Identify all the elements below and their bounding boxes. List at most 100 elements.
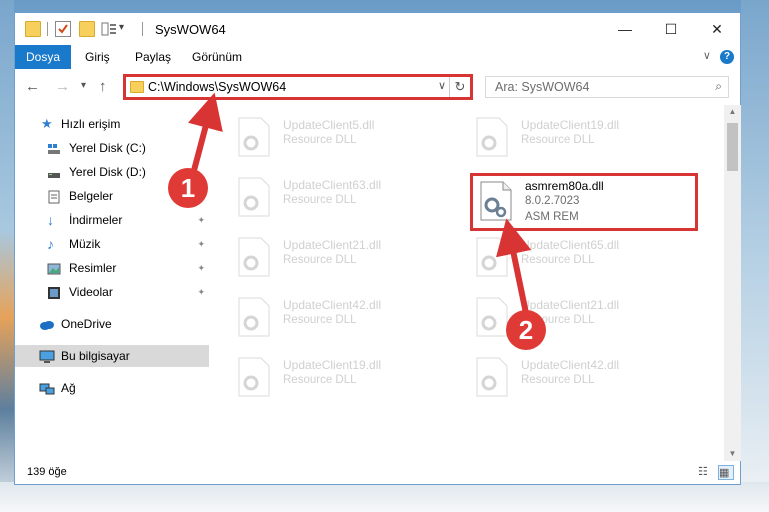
scrollbar-thumb[interactable] [727,123,738,171]
step-1-badge: 1 [168,168,208,208]
navigation-bar: ← → ▾ ↑ C:\Windows\SysWOW64 ∨ ↻ Ara: Sys… [15,69,740,106]
pin-icon[interactable]: ✦ [197,257,205,279]
quick-access-dropdown[interactable]: ▾ [119,22,124,33]
address-path[interactable]: C:\Windows\SysWOW64 [148,80,286,94]
file-type: Resource DLL [521,374,595,386]
list-item[interactable]: UpdateClient65.dll Resource DLL [475,233,695,283]
maximize-button[interactable]: ☐ [648,13,694,45]
customize-toolbar-icon[interactable] [101,21,117,37]
address-bar[interactable]: C:\Windows\SysWOW64 ∨ ↻ [123,74,473,100]
file-type: Resource DLL [283,134,357,146]
list-item[interactable]: UpdateClient19.dll Resource DLL [237,353,457,403]
sidebar-item-label: Yerel Disk (C:) [69,141,146,155]
search-icon[interactable]: ⌕ [715,79,722,94]
file-type: Resource DLL [283,194,357,206]
sidebar-item-label: Videolar [69,285,113,299]
sidebar-item-downloads[interactable]: ↓ İndirmeler ✦ [15,209,209,231]
file-name: UpdateClient21.dll [521,298,620,312]
desktop-background-bottom [0,482,769,512]
cloud-icon [39,317,54,331]
new-folder-icon[interactable] [79,21,95,37]
file-version: 8.0.2.7023 [525,195,580,207]
desktop-background-left [0,0,14,512]
list-item[interactable]: UpdateClient42.dll Resource DLL [237,293,457,343]
file-type: Resource DLL [283,314,357,326]
title-bar: ▾ SysWOW64 — ☐ ✕ [15,13,740,45]
help-icon[interactable]: ? [720,50,734,64]
properties-icon[interactable] [55,21,71,37]
forward-button[interactable]: → [55,78,70,95]
search-input[interactable]: Ara: SysWOW64 [495,80,589,94]
file-name: UpdateClient5.dll [283,118,375,132]
file-description: ASM REM [525,211,579,223]
back-button[interactable]: ← [25,78,40,95]
sidebar-item-this-pc[interactable]: Bu bilgisayar [15,345,209,367]
sidebar-item-videos[interactable]: Videolar ✦ [15,281,209,303]
sidebar-item-drive-c[interactable]: Yerel Disk (C:) [15,137,209,159]
pin-icon[interactable]: ✦ [197,209,205,231]
sidebar-item-label: Müzik [69,237,101,251]
list-item[interactable]: UpdateClient19.dll Resource DLL [475,113,695,163]
tab-home[interactable]: Giriş [85,45,110,69]
dll-file-icon [238,177,270,217]
vertical-scrollbar[interactable]: ▲ ▼ [724,105,741,461]
dll-file-icon [476,237,508,277]
ribbon-tabs: Dosya Giriş Paylaş Görünüm ∨ ? [15,45,740,69]
file-list: UpdateClient5.dll Resource DLL UpdateCli… [211,105,724,461]
list-item[interactable]: UpdateClient21.dll Resource DLL [237,233,457,283]
refresh-button[interactable]: ↻ [449,77,470,97]
drive-icon [47,141,61,155]
separator [142,22,143,36]
sidebar-item-label: Resimler [69,261,117,275]
address-dropdown-icon[interactable]: ∨ [438,79,446,92]
list-item[interactable]: UpdateClient42.dll Resource DLL [475,353,695,403]
sidebar-item-music[interactable]: ♪ Müzik ✦ [15,233,209,255]
download-icon: ↓ [47,212,54,228]
file-type: Resource DLL [283,374,357,386]
navigation-pane: ★ Hızlı erişim Yerel Disk (C:) Yerel Dis… [15,105,212,461]
sidebar-item-quick-access[interactable]: ★ Hızlı erişim [15,113,209,135]
search-box[interactable]: Ara: SysWOW64 ⌕ [485,76,729,98]
file-name: UpdateClient65.dll [521,238,620,252]
ribbon-controls: ∨ ? [703,49,734,64]
file-type: Resource DLL [283,254,357,266]
up-button[interactable]: ↑ [99,78,107,95]
separator [47,22,48,36]
window-title: SysWOW64 [155,22,226,37]
dll-file-icon [476,297,508,337]
details-view-icon[interactable]: ☷ [698,465,712,478]
recent-locations-button[interactable]: ▾ [81,80,86,91]
scroll-up-icon[interactable]: ▲ [724,105,741,119]
minimize-button[interactable]: — [602,13,648,45]
sidebar-item-pictures[interactable]: Resimler ✦ [15,257,209,279]
tab-file[interactable]: Dosya [15,45,71,69]
sidebar-item-onedrive[interactable]: OneDrive [15,313,209,335]
status-bar: 139 öğe ☷ ▦ [15,461,740,484]
close-button[interactable]: ✕ [694,13,740,45]
computer-icon [39,349,55,363]
sidebar-item-label: Ağ [61,381,76,395]
large-icons-view-icon[interactable]: ▦ [718,465,734,480]
file-name: asmrem80a.dll [525,179,604,193]
tab-share[interactable]: Paylaş [135,45,171,69]
list-item-target-dll[interactable]: asmrem80a.dll 8.0.2.7023 ASM REM [479,177,699,227]
list-item[interactable]: UpdateClient63.dll Resource DLL [237,173,457,223]
step-2-badge: 2 [506,310,546,350]
tab-view[interactable]: Görünüm [192,45,242,69]
star-icon: ★ [41,116,53,131]
item-count: 139 öğe [27,466,67,478]
dll-file-icon [476,357,508,397]
folder-icon [130,81,144,93]
pin-icon[interactable]: ✦ [197,233,205,255]
video-icon [47,285,61,299]
scroll-down-icon[interactable]: ▼ [724,447,741,461]
drive-icon [47,165,61,179]
pin-icon[interactable]: ✦ [197,281,205,303]
file-name: UpdateClient21.dll [283,238,382,252]
list-item[interactable]: UpdateClient5.dll Resource DLL [237,113,457,163]
expand-ribbon-icon[interactable]: ∨ [703,50,711,62]
file-name: UpdateClient63.dll [283,178,382,192]
dll-file-icon [238,297,270,337]
sidebar-item-network[interactable]: Ağ [15,377,209,399]
dll-file-icon [238,357,270,397]
